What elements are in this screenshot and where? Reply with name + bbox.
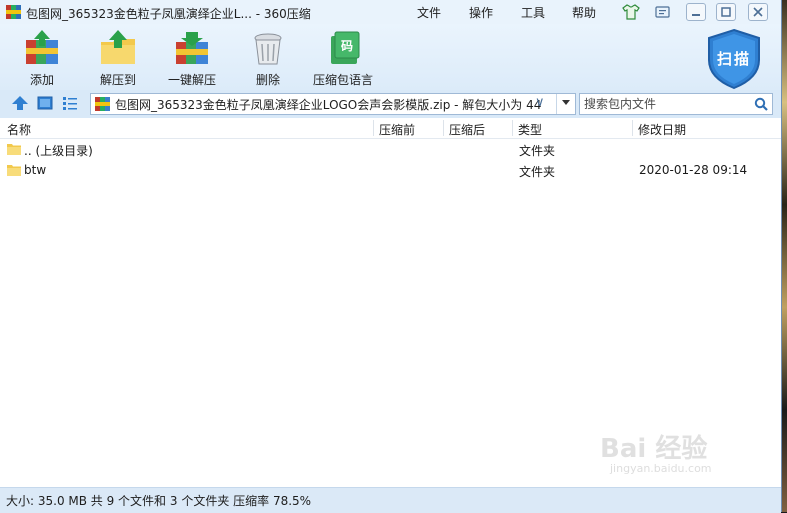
menu-tools[interactable]: 工具 xyxy=(521,4,545,21)
window-title: 包图网_365323金色粒子凤凰演绎企业L... - 360压缩 xyxy=(26,7,311,21)
delete-button[interactable]: 删除 xyxy=(248,30,288,88)
list-view-icon[interactable] xyxy=(61,95,79,111)
column-divider[interactable] xyxy=(632,120,633,136)
maximize-button[interactable] xyxy=(716,3,736,21)
delete-label: 删除 xyxy=(255,73,280,87)
baidu-watermark: Bai 经验 xyxy=(600,434,708,464)
column-modified[interactable]: 修改日期 xyxy=(638,121,686,138)
menu-help[interactable]: 帮助 xyxy=(572,4,596,21)
table-row[interactable]: btw 文件夹 2020-01-28 09:14 xyxy=(0,160,781,181)
feedback-icon[interactable] xyxy=(655,5,670,19)
extract-to-button[interactable]: 解压到 xyxy=(96,30,140,88)
row-name: .. (上级目录) xyxy=(24,144,93,158)
minimize-icon xyxy=(692,14,700,16)
svg-text:码: 码 xyxy=(341,39,353,53)
skin-shirt-icon[interactable] xyxy=(622,4,640,20)
trash-can-icon xyxy=(254,33,282,65)
scan-label: 扫描 xyxy=(716,50,751,68)
column-size-before[interactable]: 压缩前 xyxy=(379,121,415,138)
add-label: 添加 xyxy=(29,73,54,87)
column-divider[interactable] xyxy=(512,120,513,136)
search-icon[interactable] xyxy=(754,97,768,111)
search-box xyxy=(579,93,773,115)
file-list-header: 名称 压缩前 压缩后 类型 修改日期 xyxy=(0,118,781,139)
close-button[interactable] xyxy=(748,3,768,21)
row-type: 文件夹 xyxy=(519,165,556,179)
column-size-after[interactable]: 压缩后 xyxy=(449,121,485,138)
column-divider[interactable] xyxy=(443,120,444,136)
path-history-chevron-icon[interactable]: ∨ xyxy=(535,95,545,110)
baidu-watermark-url: jingyan.baidu.com xyxy=(610,462,712,475)
extract-folder-icon xyxy=(101,30,135,64)
row-date: 2020-01-28 09:14 xyxy=(639,163,748,177)
one-click-extract-button[interactable]: 一键解压 xyxy=(166,30,218,88)
minimize-button[interactable] xyxy=(686,3,706,21)
archive-language-label: 压缩包语言 xyxy=(312,73,373,87)
one-click-extract-icon xyxy=(176,32,208,64)
table-row[interactable]: .. (上级目录) 文件夹 xyxy=(0,139,781,160)
add-button[interactable]: 添加 xyxy=(20,30,64,88)
menu-operate[interactable]: 操作 xyxy=(469,4,493,21)
extract-to-label: 解压到 xyxy=(99,73,136,87)
toolbar: 添加 解压到 一键解压 删除 码 压缩包语言 扫描 xyxy=(0,24,781,90)
column-type[interactable]: 类型 xyxy=(518,121,542,138)
column-name[interactable]: 名称 xyxy=(7,121,31,138)
folder-icon xyxy=(7,144,21,155)
title-bar: 包图网_365323金色粒子凤凰演绎企业L... - 360压缩 文件 操作 工… xyxy=(0,0,781,24)
encoding-book-icon: 码 xyxy=(331,31,360,64)
maximize-icon xyxy=(721,7,731,17)
archive-app-icon xyxy=(6,5,21,19)
column-divider[interactable] xyxy=(373,120,374,136)
dropdown-triangle-icon xyxy=(562,100,570,105)
address-path-text: 包图网_365323金色粒子凤凰演绎企业LOGO会声会影模版.zip - 解包大… xyxy=(115,98,542,112)
close-icon xyxy=(753,7,763,17)
address-bar-row: 包图网_365323金色粒子凤凰演绎企业LOGO会声会影模版.zip - 解包大… xyxy=(0,90,781,118)
status-summary: 大小: 35.0 MB 共 9 个文件和 3 个文件夹 压缩率 78.5% xyxy=(6,494,312,508)
one-click-extract-label: 一键解压 xyxy=(167,73,216,87)
large-icon-view-icon[interactable] xyxy=(36,95,54,111)
scan-button[interactable]: 扫描 xyxy=(705,28,763,90)
add-archive-icon xyxy=(26,30,58,64)
address-dropdown-button[interactable] xyxy=(556,94,575,114)
address-path-field[interactable]: 包图网_365323金色粒子凤凰演绎企业LOGO会声会影模版.zip - 解包大… xyxy=(90,93,576,115)
archive-language-button[interactable]: 码 压缩包语言 xyxy=(312,30,374,88)
row-name: btw xyxy=(24,163,47,177)
app-window: 包图网_365323金色粒子凤凰演绎企业L... - 360压缩 文件 操作 工… xyxy=(0,0,782,513)
menu-file[interactable]: 文件 xyxy=(417,4,441,21)
folder-icon xyxy=(7,165,21,176)
up-arrow-icon[interactable] xyxy=(11,95,29,111)
row-type: 文件夹 xyxy=(519,144,556,158)
status-bar: 大小: 35.0 MB 共 9 个文件和 3 个文件夹 压缩率 78.5% xyxy=(0,487,781,513)
zip-file-icon xyxy=(95,97,110,111)
search-input[interactable] xyxy=(580,94,754,114)
